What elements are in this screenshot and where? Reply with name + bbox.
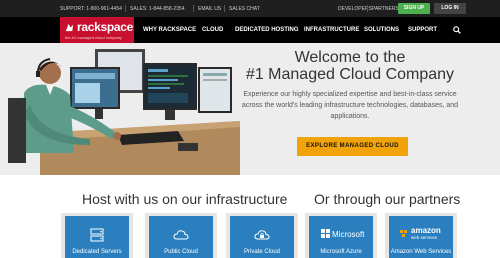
microsoft-azure-card[interactable]: Microsoft Microsoft Azure: [305, 213, 377, 258]
hero-illustration: [8, 49, 240, 175]
server-icon: [90, 228, 104, 242]
card-label: Amazon Web Services: [390, 249, 452, 255]
card-label: Public Cloud: [164, 249, 198, 255]
nav-item-infrastructure[interactable]: INFRASTRUCTURE: [304, 27, 359, 33]
sign-up-button[interactable]: SIGN UP: [398, 3, 430, 14]
public-cloud-card[interactable]: Public Cloud: [145, 213, 217, 258]
hero-title-line1: Welcome to the: [294, 49, 406, 66]
divider: [125, 5, 126, 12]
logo-tagline: the #1 managed cloud company: [65, 35, 122, 40]
amazon-logo-text: amazon: [411, 226, 441, 235]
hero-subtitle: Experience our highly specialized expert…: [241, 91, 459, 120]
logo-wordmark: rackspace: [77, 20, 134, 34]
nav-item-cloud[interactable]: CLOUD: [202, 27, 223, 33]
rackspace-logo-icon: [65, 23, 74, 32]
amazon-logo: [400, 230, 407, 237]
rackspace-logo[interactable]: rackspace the #1 managed cloud company: [60, 17, 134, 43]
microsoft-logo-text: Microsoft: [332, 230, 365, 239]
email-us-link[interactable]: EMAIL US: [198, 6, 221, 12]
hero-title-line2: #1 Managed Cloud Company: [245, 66, 455, 83]
search-icon[interactable]: [453, 26, 461, 34]
divider: [224, 5, 225, 12]
nav-item-why-rackspace[interactable]: WHY RACKSPACE: [143, 27, 196, 33]
infrastructure-section-title: Host with us on our infrastructure: [82, 191, 288, 207]
amazon-web-services-card[interactable]: amazon web services Amazon Web Services: [385, 213, 457, 258]
nav-item-solutions[interactable]: SOLUTIONS: [364, 27, 399, 33]
card-label: Dedicated Servers: [72, 249, 122, 255]
partners-link[interactable]: PARTNERS: [372, 6, 399, 12]
partners-section-title: Or through our partners: [314, 191, 461, 207]
amazon-logo-subtext: web services: [411, 235, 438, 240]
explore-managed-cloud-button[interactable]: EXPLORE MANAGED CLOUD: [297, 137, 408, 156]
dedicated-servers-card[interactable]: Dedicated Servers: [61, 213, 133, 258]
private-cloud-card[interactable]: Private Cloud: [226, 213, 298, 258]
utility-bar: SUPPORT: 1-800-961-4454 SALES: 1-844-858…: [0, 0, 500, 17]
cloud-icon: [173, 230, 189, 240]
sales-chat-link[interactable]: SALES CHAT: [229, 6, 260, 12]
nav-item-dedicated-hosting[interactable]: DEDICATED HOSTING: [235, 27, 299, 33]
nav-item-support[interactable]: SUPPORT: [408, 27, 437, 33]
card-label: Microsoft Azure: [320, 249, 362, 255]
log-in-button[interactable]: LOG IN: [434, 3, 466, 14]
lock-cloud-icon: [254, 230, 270, 240]
support-phone-link[interactable]: SUPPORT: 1-800-961-4454: [60, 6, 122, 12]
divider: [367, 5, 368, 12]
card-label: Private Cloud: [243, 249, 281, 255]
microsoft-logo: [321, 229, 330, 238]
divider: [193, 5, 194, 12]
sales-phone-link[interactable]: SALES: 1-844-858-2354: [130, 6, 184, 12]
